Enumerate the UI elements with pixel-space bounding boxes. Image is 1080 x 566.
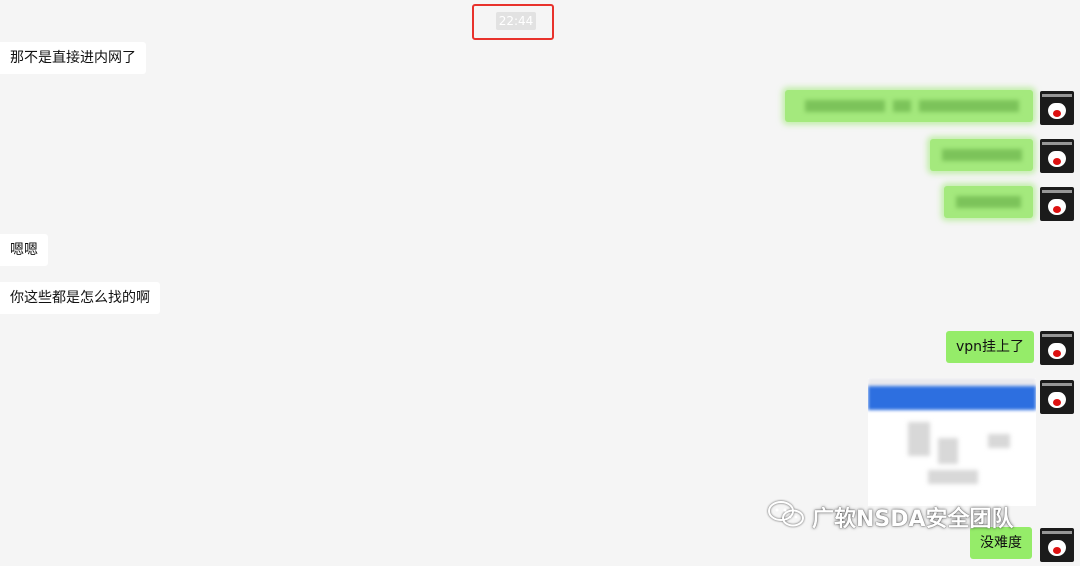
sent-image-message[interactable] [868, 378, 1036, 506]
received-message[interactable]: 那不是直接进内网了 [0, 42, 146, 74]
received-message[interactable]: 嗯嗯 [0, 234, 48, 266]
image-redacted-region [928, 470, 978, 484]
avatar[interactable] [1040, 139, 1074, 173]
image-redacted-region [908, 422, 930, 456]
avatar[interactable] [1040, 380, 1074, 414]
redacted-text [805, 100, 885, 112]
wechat-icon [766, 499, 806, 541]
redacted-text [956, 196, 1021, 208]
received-message[interactable]: 你这些都是怎么找的啊 [0, 282, 160, 314]
avatar[interactable] [1040, 91, 1074, 125]
redacted-text [942, 149, 1022, 161]
image-redacted-region [868, 386, 1036, 410]
watermark-text: 广软NSDA安全团队 [812, 507, 1014, 532]
timestamp-highlight-box [472, 4, 554, 40]
sent-message[interactable]: vpn挂上了 [946, 331, 1035, 363]
redacted-text [919, 100, 1019, 112]
sent-message-redacted[interactable] [944, 186, 1033, 218]
image-redacted-region [988, 434, 1010, 448]
sent-message-redacted[interactable] [785, 90, 1033, 122]
avatar[interactable] [1040, 528, 1074, 562]
sent-message-redacted[interactable] [930, 139, 1033, 171]
image-redacted-region [938, 438, 958, 464]
wechat-watermark: 广软NSDA安全团队 [766, 499, 1014, 535]
redacted-text [893, 100, 911, 112]
avatar[interactable] [1040, 331, 1074, 365]
avatar[interactable] [1040, 187, 1074, 221]
